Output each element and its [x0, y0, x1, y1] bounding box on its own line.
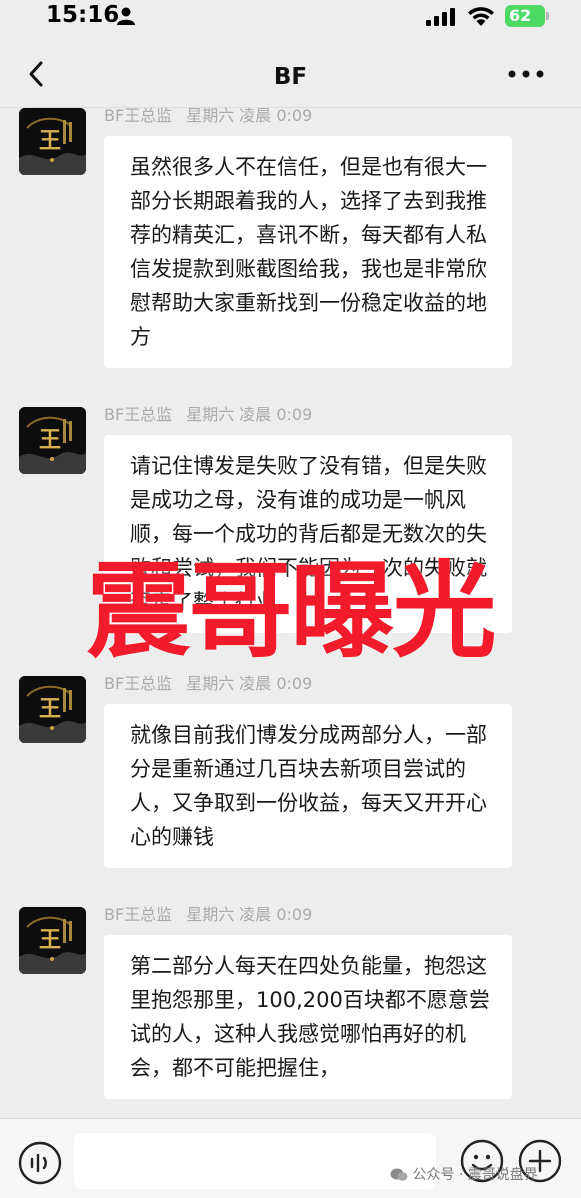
input-bar	[0, 1118, 581, 1198]
avatar[interactable]: 王	[19, 907, 86, 974]
battery-cap	[546, 12, 549, 20]
svg-text:王: 王	[39, 427, 61, 453]
avatar[interactable]: 王	[19, 676, 86, 743]
sender-name: BF王总监	[104, 674, 173, 693]
avatar-image: 王	[19, 676, 86, 743]
sender-name: BF王总监	[104, 106, 173, 125]
wechat-icon	[390, 1168, 408, 1181]
avatar-image: 王	[19, 108, 86, 175]
sender-name: BF王总监	[104, 905, 173, 924]
svg-text:王: 王	[39, 696, 61, 722]
chat-header: BF	[0, 36, 581, 108]
battery-level: 62	[509, 6, 532, 25]
message-time: 星期六 凌晨 0:09	[186, 106, 313, 125]
svg-text:王: 王	[39, 927, 61, 953]
credit-prefix: 公众号 ·	[412, 1167, 468, 1183]
chat-title: BF	[273, 64, 308, 90]
avatar[interactable]: 王	[19, 108, 86, 175]
message-meta: BF王总监 星期六 凌晨 0:09	[104, 901, 312, 925]
message-input[interactable]	[74, 1133, 436, 1189]
status-time: 15:16	[46, 2, 120, 28]
message-meta: BF王总监 星期六 凌晨 0:09	[104, 102, 312, 126]
message-bubble[interactable]: 第二部分人每天在四处负能量，抱怨这里抱怨那里，100,200百块都不愿意尝试的人…	[104, 935, 512, 1099]
wifi-icon	[468, 7, 494, 26]
more-dots-icon[interactable]	[508, 70, 544, 78]
credit-name: 震哥说盘界	[467, 1167, 538, 1183]
svg-text:王: 王	[39, 128, 61, 154]
message-bubble[interactable]: 虽然很多人不在信任，但是也有很大一部分长期跟着我的人，选择了去到我推荐的精英汇，…	[104, 136, 512, 368]
message-time: 星期六 凌晨 0:09	[186, 405, 313, 424]
message-bubble[interactable]: 就像目前我们博发分成两部分人，一部分是重新通过几百块去新项目尝试的人，又争取到一…	[104, 704, 512, 868]
message-time: 星期六 凌晨 0:09	[186, 674, 313, 693]
avatar-image: 王	[19, 907, 86, 974]
message-meta: BF王总监 星期六 凌晨 0:09	[104, 401, 312, 425]
signal-icon	[426, 8, 455, 26]
person-icon	[117, 7, 135, 25]
message-time: 星期六 凌晨 0:09	[186, 905, 313, 924]
watermark-overlay: 震哥曝光	[86, 550, 496, 672]
avatar[interactable]: 王	[19, 407, 86, 474]
status-bar: 15:16 62	[0, 0, 581, 36]
avatar-image: 王	[19, 407, 86, 474]
sender-name: BF王总监	[104, 405, 173, 424]
voice-input-icon[interactable]	[18, 1141, 62, 1185]
battery-icon: 62	[505, 5, 545, 27]
footer-credit: 公众号 · 震哥说盘界	[390, 1164, 538, 1184]
